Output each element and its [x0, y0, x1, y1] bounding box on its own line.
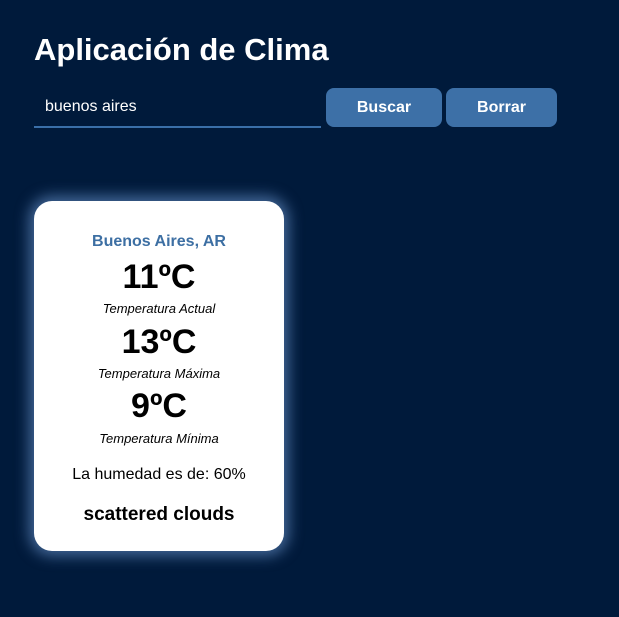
search-input[interactable]: [34, 88, 321, 128]
clear-button[interactable]: Borrar: [446, 88, 557, 127]
min-temperature: 9ºC: [131, 387, 187, 425]
page-title: Aplicación de Clima: [34, 32, 329, 67]
humidity-text: La humedad es de: 60%: [72, 466, 246, 483]
city-name: Buenos Aires, AR: [92, 233, 226, 250]
max-temperature-label: Temperatura Máxima: [97, 366, 221, 381]
current-temperature-label: Temperatura Actual: [102, 301, 216, 316]
weather-app: Aplicación de Clima Buscar Borrar Buenos…: [0, 0, 619, 617]
weather-card: Buenos Aires, AR 11ºC Temperatura Actual…: [34, 201, 284, 551]
search-button[interactable]: Buscar: [326, 88, 442, 127]
weather-description: scattered clouds: [83, 504, 235, 525]
max-temperature: 13ºC: [121, 323, 197, 361]
min-temperature-label: Temperatura Mínima: [99, 431, 219, 446]
current-temperature: 11ºC: [122, 258, 196, 296]
